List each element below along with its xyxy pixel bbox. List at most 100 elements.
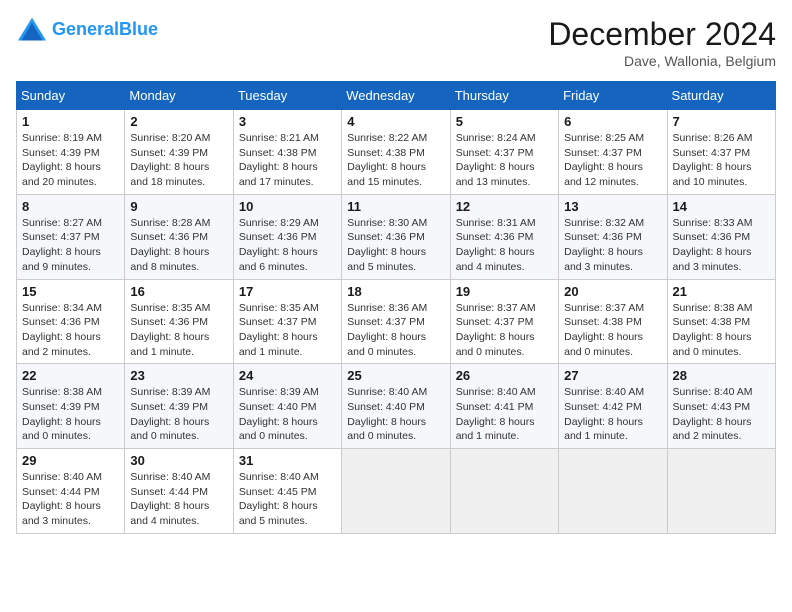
day-number: 22 (22, 368, 119, 383)
calendar-cell: 31Sunrise: 8:40 AMSunset: 4:45 PMDayligh… (233, 449, 341, 534)
calendar-cell: 19Sunrise: 8:37 AMSunset: 4:37 PMDayligh… (450, 279, 558, 364)
calendar-week-2: 8Sunrise: 8:27 AMSunset: 4:37 PMDaylight… (17, 194, 776, 279)
day-info: Sunrise: 8:30 AMSunset: 4:36 PMDaylight:… (347, 216, 444, 275)
day-info: Sunrise: 8:32 AMSunset: 4:36 PMDaylight:… (564, 216, 661, 275)
day-info: Sunrise: 8:38 AMSunset: 4:39 PMDaylight:… (22, 385, 119, 444)
day-number: 17 (239, 284, 336, 299)
day-info: Sunrise: 8:35 AMSunset: 4:36 PMDaylight:… (130, 301, 227, 360)
calendar-cell: 22 Sunrise: 8:38 AMSunset: 4:39 PMDayligh… (17, 364, 125, 449)
calendar-week-4: 22 Sunrise: 8:38 AMSunset: 4:39 PMDayligh… (17, 364, 776, 449)
title-area: December 2024 Dave, Wallonia, Belgium (548, 16, 776, 69)
calendar-cell: 24 Sunrise: 8:39 AMSunset: 4:40 PMDayligh… (233, 364, 341, 449)
day-info: Sunrise: 8:37 AMSunset: 4:38 PMDaylight:… (564, 301, 661, 360)
calendar-table: SundayMondayTuesdayWednesdayThursdayFrid… (16, 81, 776, 534)
day-info: Sunrise: 8:28 AMSunset: 4:36 PMDaylight:… (130, 216, 227, 275)
calendar-cell: 8Sunrise: 8:27 AMSunset: 4:37 PMDaylight… (17, 194, 125, 279)
calendar-cell (667, 449, 775, 534)
day-info: Sunrise: 8:22 AMSunset: 4:38 PMDaylight:… (347, 131, 444, 190)
day-number: 19 (456, 284, 553, 299)
day-number: 4 (347, 114, 444, 129)
day-info: Sunrise: 8:24 AMSunset: 4:37 PMDaylight:… (456, 131, 553, 190)
calendar-cell: 30Sunrise: 8:40 AMSunset: 4:44 PMDayligh… (125, 449, 233, 534)
logo-blue: Blue (119, 19, 158, 39)
day-number: 23 (130, 368, 227, 383)
calendar-cell: 27Sunrise: 8:40 AMSunset: 4:42 PMDayligh… (559, 364, 667, 449)
calendar-cell: 12Sunrise: 8:31 AMSunset: 4:36 PMDayligh… (450, 194, 558, 279)
day-number: 26 (456, 368, 553, 383)
calendar-header-thursday: Thursday (450, 82, 558, 110)
day-info: Sunrise: 8:39 AMSunset: 4:40 PMDaylight:… (239, 385, 336, 444)
day-number: 3 (239, 114, 336, 129)
calendar-cell: 6 Sunrise: 8:25 AMSunset: 4:37 PMDaylight… (559, 110, 667, 195)
calendar-header-sunday: Sunday (17, 82, 125, 110)
day-number: 28 (673, 368, 770, 383)
calendar-cell (342, 449, 450, 534)
calendar-cell: 20Sunrise: 8:37 AMSunset: 4:38 PMDayligh… (559, 279, 667, 364)
day-number: 1 (22, 114, 119, 129)
calendar-cell: 10 Sunrise: 8:29 AMSunset: 4:36 PMDayligh… (233, 194, 341, 279)
day-info: Sunrise: 8:38 AMSunset: 4:38 PMDaylight:… (673, 301, 770, 360)
day-number: 6 (564, 114, 661, 129)
day-info: Sunrise: 8:26 AMSunset: 4:37 PMDaylight:… (673, 131, 770, 190)
calendar-header-monday: Monday (125, 82, 233, 110)
day-info: Sunrise: 8:29 AMSunset: 4:36 PMDaylight:… (239, 216, 336, 275)
calendar-cell: 25Sunrise: 8:40 AMSunset: 4:40 PMDayligh… (342, 364, 450, 449)
calendar-cell: 13 Sunrise: 8:32 AMSunset: 4:36 PMDayligh… (559, 194, 667, 279)
day-info: Sunrise: 8:25 AMSunset: 4:37 PMDaylight:… (564, 131, 661, 190)
day-info: Sunrise: 8:19 AMSunset: 4:39 PMDaylight:… (22, 131, 119, 190)
day-number: 29 (22, 453, 119, 468)
calendar-cell: 9Sunrise: 8:28 AMSunset: 4:36 PMDaylight… (125, 194, 233, 279)
calendar-header-row: SundayMondayTuesdayWednesdayThursdayFrid… (17, 82, 776, 110)
logo-general: General (52, 19, 119, 39)
calendar-cell: 28 Sunrise: 8:40 AMSunset: 4:43 PMDayligh… (667, 364, 775, 449)
calendar-cell: 23 Sunrise: 8:39 AMSunset: 4:39 PMDayligh… (125, 364, 233, 449)
day-number: 24 (239, 368, 336, 383)
day-number: 5 (456, 114, 553, 129)
day-number: 7 (673, 114, 770, 129)
logo: GeneralBlue (16, 16, 158, 44)
day-info: Sunrise: 8:40 AMSunset: 4:43 PMDaylight:… (673, 385, 770, 444)
calendar-cell: 3 Sunrise: 8:21 AMSunset: 4:38 PMDaylight… (233, 110, 341, 195)
day-info: Sunrise: 8:31 AMSunset: 4:36 PMDaylight:… (456, 216, 553, 275)
calendar-cell (450, 449, 558, 534)
calendar-week-3: 15 Sunrise: 8:34 AMSunset: 4:36 PMDayligh… (17, 279, 776, 364)
calendar-header-saturday: Saturday (667, 82, 775, 110)
day-info: Sunrise: 8:40 AMSunset: 4:44 PMDaylight:… (22, 470, 119, 529)
day-number: 15 (22, 284, 119, 299)
day-number: 16 (130, 284, 227, 299)
day-info: Sunrise: 8:36 AMSunset: 4:37 PMDaylight:… (347, 301, 444, 360)
calendar-cell: 2Sunrise: 8:20 AMSunset: 4:39 PMDaylight… (125, 110, 233, 195)
calendar-cell: 1 Sunrise: 8:19 AMSunset: 4:39 PMDaylight… (17, 110, 125, 195)
day-number: 11 (347, 199, 444, 214)
day-info: Sunrise: 8:21 AMSunset: 4:38 PMDaylight:… (239, 131, 336, 190)
calendar-cell: 17 Sunrise: 8:35 AMSunset: 4:37 PMDayligh… (233, 279, 341, 364)
day-info: Sunrise: 8:27 AMSunset: 4:37 PMDaylight:… (22, 216, 119, 275)
logo-text: GeneralBlue (52, 20, 158, 40)
day-info: Sunrise: 8:33 AMSunset: 4:36 PMDaylight:… (673, 216, 770, 275)
day-info: Sunrise: 8:40 AMSunset: 4:44 PMDaylight:… (130, 470, 227, 529)
calendar-cell: 26 Sunrise: 8:40 AMSunset: 4:41 PMDayligh… (450, 364, 558, 449)
calendar-cell: 14 Sunrise: 8:33 AMSunset: 4:36 PMDayligh… (667, 194, 775, 279)
calendar-cell: 29 Sunrise: 8:40 AMSunset: 4:44 PMDayligh… (17, 449, 125, 534)
page-header: GeneralBlue December 2024 Dave, Wallonia… (16, 16, 776, 69)
location: Dave, Wallonia, Belgium (548, 53, 776, 69)
calendar-cell: 5 Sunrise: 8:24 AMSunset: 4:37 PMDaylight… (450, 110, 558, 195)
day-info: Sunrise: 8:40 AMSunset: 4:41 PMDaylight:… (456, 385, 553, 444)
day-number: 25 (347, 368, 444, 383)
calendar-cell (559, 449, 667, 534)
calendar-cell: 7 Sunrise: 8:26 AMSunset: 4:37 PMDaylight… (667, 110, 775, 195)
day-number: 14 (673, 199, 770, 214)
day-number: 13 (564, 199, 661, 214)
calendar-cell: 21Sunrise: 8:38 AMSunset: 4:38 PMDayligh… (667, 279, 775, 364)
calendar-header-wednesday: Wednesday (342, 82, 450, 110)
day-number: 10 (239, 199, 336, 214)
day-info: Sunrise: 8:35 AMSunset: 4:37 PMDaylight:… (239, 301, 336, 360)
day-number: 18 (347, 284, 444, 299)
calendar-week-1: 1 Sunrise: 8:19 AMSunset: 4:39 PMDaylight… (17, 110, 776, 195)
calendar-cell: 4 Sunrise: 8:22 AMSunset: 4:38 PMDaylight… (342, 110, 450, 195)
calendar-cell: 16 Sunrise: 8:35 AMSunset: 4:36 PMDayligh… (125, 279, 233, 364)
day-info: Sunrise: 8:40 AMSunset: 4:42 PMDaylight:… (564, 385, 661, 444)
calendar-cell: 18 Sunrise: 8:36 AMSunset: 4:37 PMDayligh… (342, 279, 450, 364)
day-info: Sunrise: 8:34 AMSunset: 4:36 PMDaylight:… (22, 301, 119, 360)
day-info: Sunrise: 8:39 AMSunset: 4:39 PMDaylight:… (130, 385, 227, 444)
